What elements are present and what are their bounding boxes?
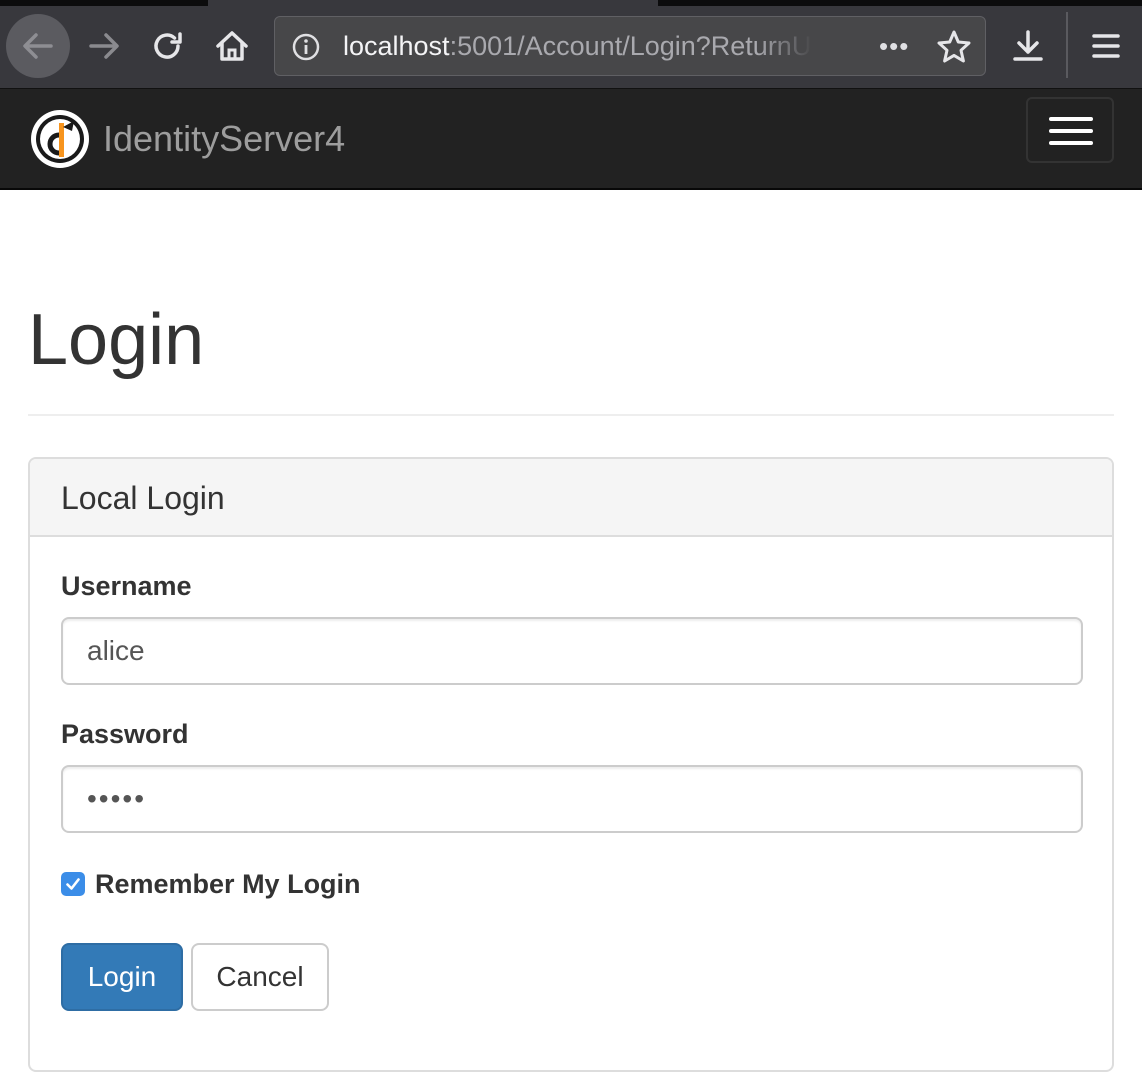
home-icon	[216, 31, 248, 61]
tab-strip	[0, 0, 1142, 6]
page-actions-more[interactable]: •••	[879, 17, 909, 75]
home-button[interactable]	[206, 20, 258, 72]
reload-button[interactable]	[142, 20, 194, 72]
login-button[interactable]: Login	[61, 943, 183, 1011]
hamburger-icon-bar	[1049, 129, 1093, 133]
cancel-button[interactable]: Cancel	[191, 943, 329, 1011]
remember-login-checkbox[interactable]	[61, 872, 85, 896]
browser-menu-button[interactable]	[1080, 20, 1132, 72]
local-login-panel: Local Login Username Password Remember M…	[28, 457, 1114, 1072]
reload-icon	[154, 32, 182, 59]
star-icon[interactable]	[935, 28, 973, 66]
remember-login-label[interactable]: Remember My Login	[95, 869, 361, 900]
active-tab[interactable]	[208, 0, 658, 6]
back-button[interactable]	[6, 14, 70, 78]
toolbar-divider	[1066, 12, 1068, 78]
panel-title: Local Login	[61, 480, 225, 516]
brand-name[interactable]: IdentityServer4	[103, 89, 345, 189]
downloads-button[interactable]	[1002, 20, 1054, 72]
identityserver-logo-icon[interactable]	[30, 109, 90, 169]
navbar-toggle-button[interactable]	[1026, 97, 1114, 163]
page-title: Login	[28, 300, 205, 380]
remember-login-row[interactable]: Remember My Login	[61, 867, 361, 901]
site-navbar: IdentityServer4	[0, 88, 1142, 190]
url-text[interactable]: localhost:5001/Account/Login?ReturnUrl=	[343, 17, 813, 75]
address-bar[interactable]: localhost:5001/Account/Login?ReturnUrl= …	[274, 16, 986, 76]
username-field[interactable]	[61, 617, 1083, 685]
url-path: :5001/Account/Login?ReturnUrl=	[449, 31, 813, 61]
password-label: Password	[61, 719, 189, 749]
info-icon[interactable]	[291, 32, 321, 62]
download-icon	[1013, 30, 1043, 61]
password-field[interactable]	[61, 765, 1083, 833]
header-divider	[28, 414, 1114, 416]
arrow-right-icon	[89, 33, 119, 59]
hamburger-icon-bar	[1049, 141, 1093, 145]
panel-heading: Local Login	[30, 459, 1112, 537]
forward-button[interactable]	[78, 20, 130, 72]
hamburger-icon	[1092, 34, 1120, 58]
username-label: Username	[61, 571, 192, 601]
url-host: localhost	[343, 31, 450, 61]
arrow-left-icon	[23, 33, 53, 59]
browser-toolbar: localhost:5001/Account/Login?ReturnUrl= …	[0, 0, 1142, 88]
checkmark-icon	[66, 878, 80, 890]
hamburger-icon	[1049, 117, 1093, 121]
